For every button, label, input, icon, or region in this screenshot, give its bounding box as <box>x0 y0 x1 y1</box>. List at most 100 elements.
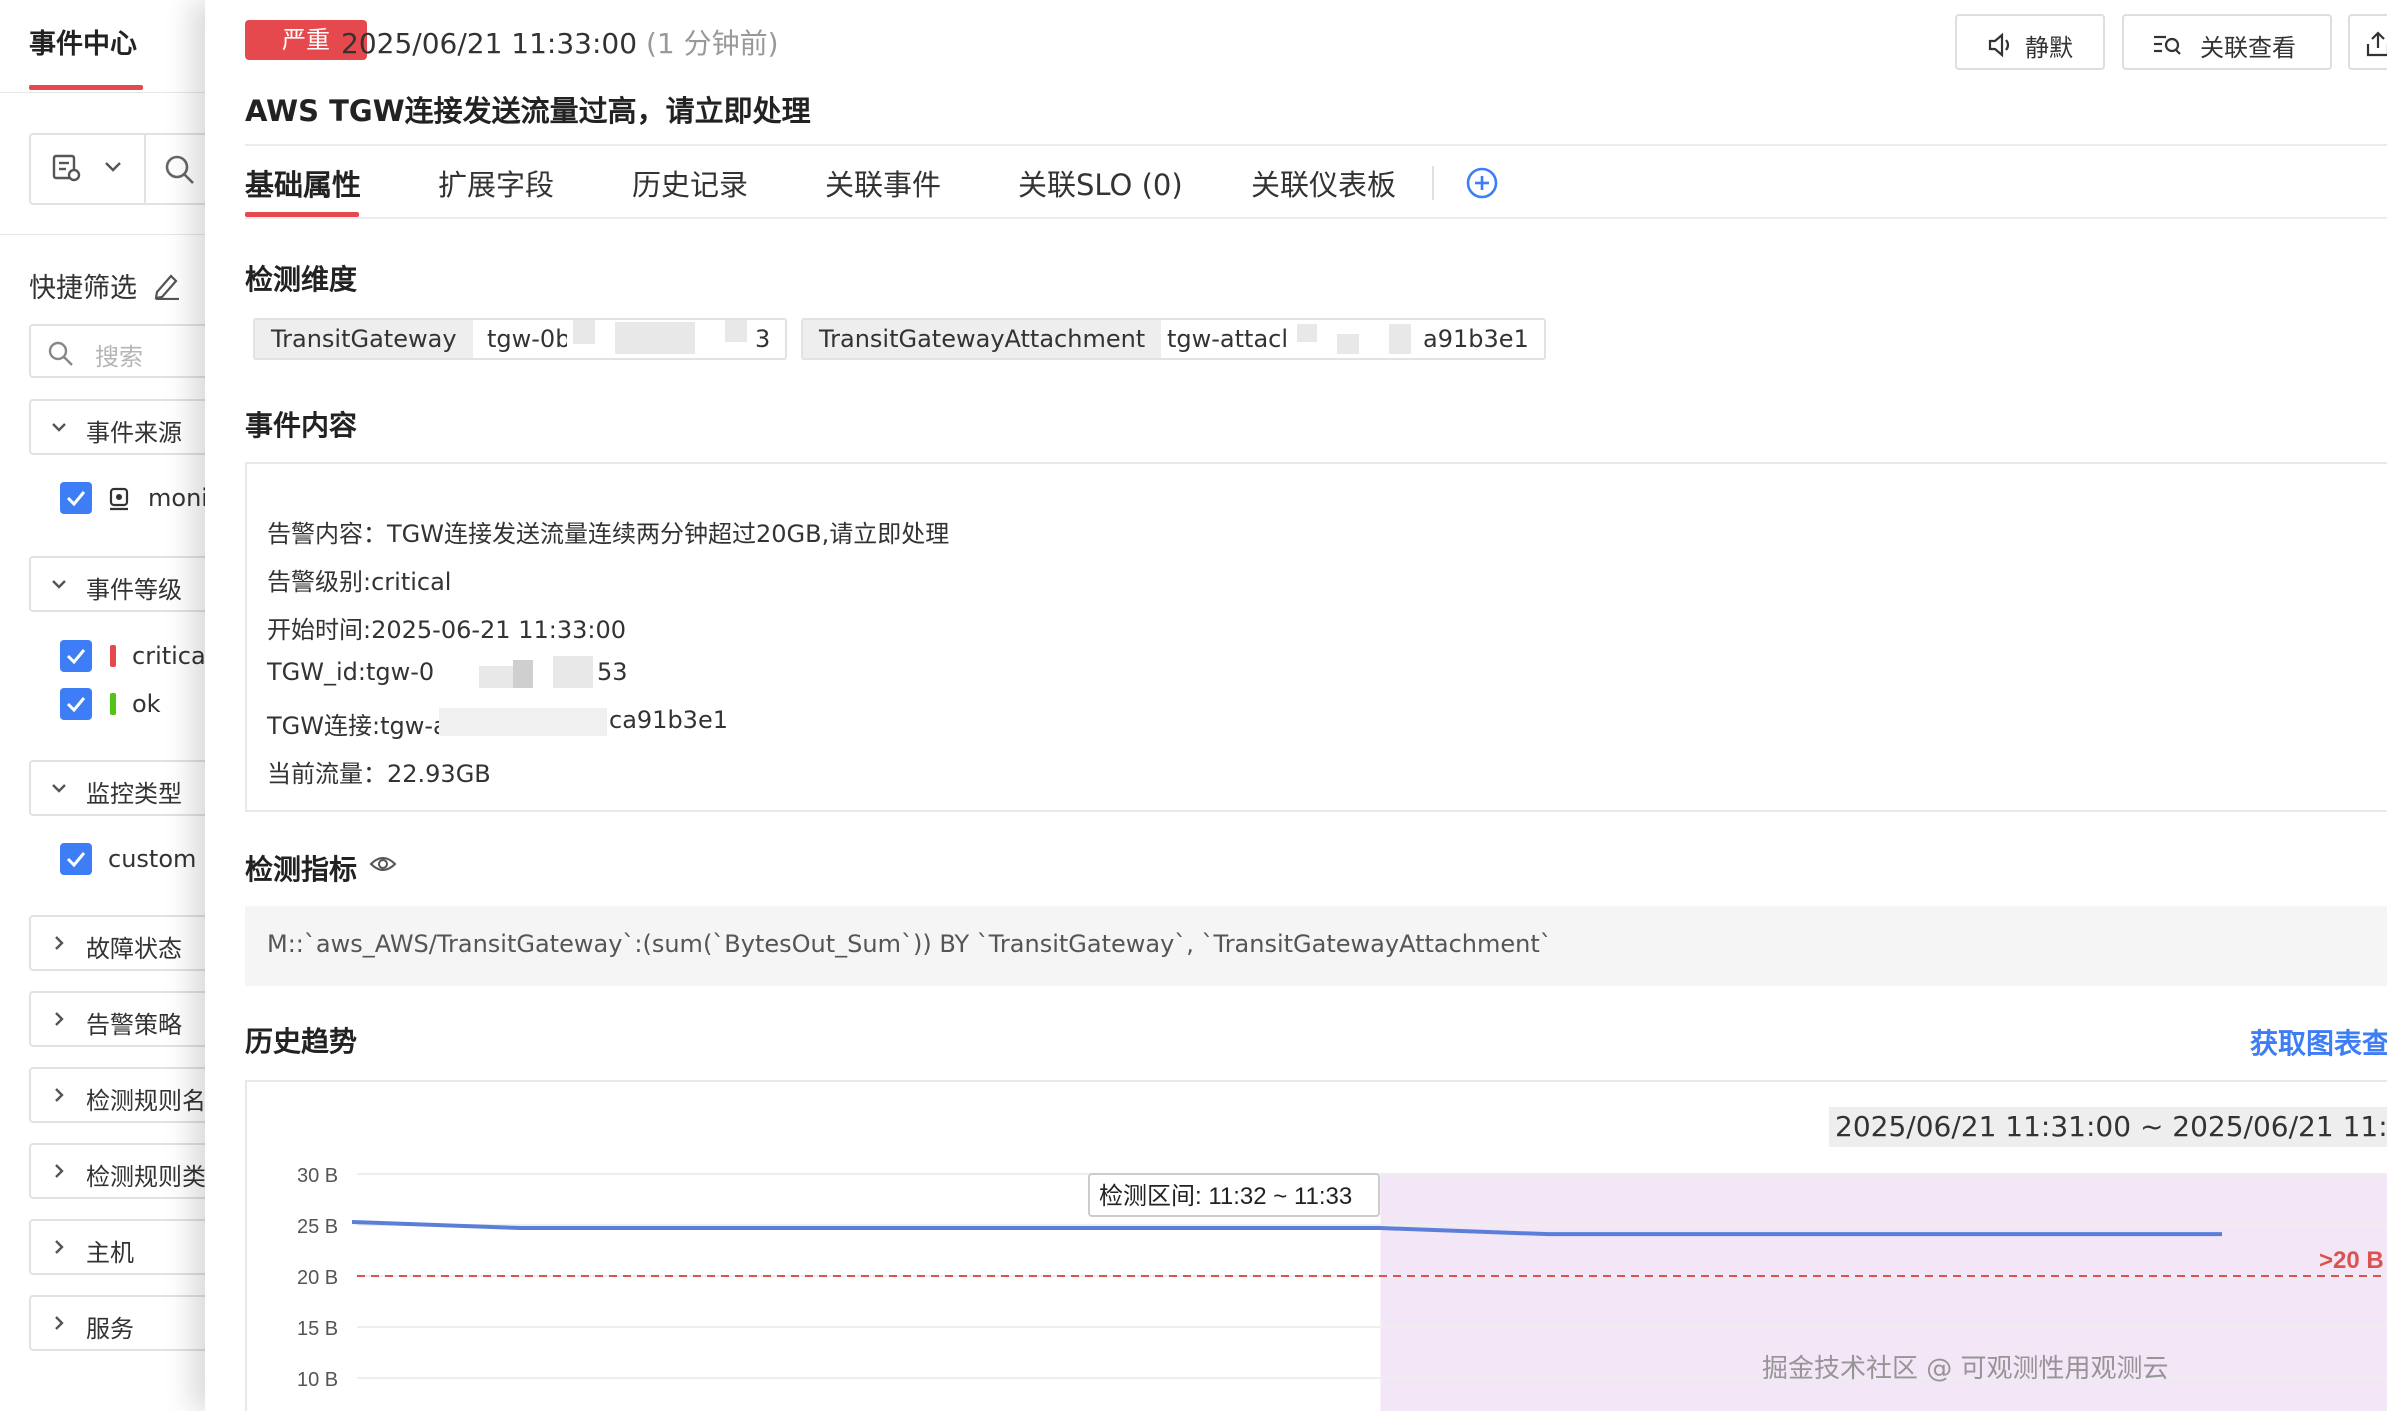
dimension-key: TransitGateway <box>255 320 473 358</box>
filter-group-label: 故障状态 <box>86 935 182 963</box>
event-detail-panel: 严重 2025/06/21 11:33:00 (1 分钟前) 静默 关联查看 A… <box>205 0 2387 1411</box>
dimension-value: tgw-0b <box>487 325 571 353</box>
redaction-mask <box>513 660 533 688</box>
quick-filter-title: 快捷筛选 <box>29 273 137 304</box>
dimension-tag[interactable]: TransitGateway tgw-0b 3 <box>253 318 787 360</box>
content-line: 告警级别:critical <box>267 568 452 596</box>
threshold-label: >20 B <box>2319 1247 2384 1274</box>
filter-group-service[interactable]: 服务 <box>29 1295 229 1351</box>
chevron-down-icon[interactable] <box>103 159 123 179</box>
detect-range-label: 检测区间: 11:32 ~ 11:33 <box>1099 1183 1352 1210</box>
mute-button[interactable]: 静默 <box>1955 14 2105 70</box>
eye-icon[interactable] <box>369 852 397 880</box>
filter-group-label: 服务 <box>86 1315 134 1343</box>
content-line: 告警内容：TGW连接发送流量连续两分钟超过20GB,请立即处理 <box>267 520 950 548</box>
redaction-mask <box>439 708 607 736</box>
filter-option-ok[interactable]: ok <box>60 688 220 722</box>
chevron-right-icon <box>49 933 69 957</box>
filter-option-label: custom <box>108 845 197 873</box>
search-placeholder: 搜索 <box>95 343 143 371</box>
redaction-mask <box>573 320 595 344</box>
tab-basic-attributes[interactable]: 基础属性 <box>245 162 361 204</box>
checkbox-checked[interactable] <box>60 482 92 514</box>
view-toolbar <box>29 133 229 205</box>
filter-group-monitor-type[interactable]: 监控类型 <box>29 760 229 816</box>
add-tab-icon[interactable] <box>1465 166 1499 204</box>
chevron-down-icon <box>49 574 69 598</box>
checkbox-checked[interactable] <box>60 688 92 720</box>
redaction-mask <box>1337 334 1359 354</box>
sidebar-title[interactable]: 事件中心 <box>29 22 137 61</box>
chevron-right-icon <box>49 1237 69 1261</box>
event-title: AWS TGW连接发送流量过高，请立即处理 <box>245 94 811 128</box>
filter-group-alert-policy[interactable]: 告警策略 <box>29 991 229 1047</box>
content-line: TGW_id:tgw-0b <box>267 658 450 686</box>
filter-group-host[interactable]: 主机 <box>29 1219 229 1275</box>
redaction-mask <box>615 322 695 354</box>
redaction-mask <box>553 656 593 688</box>
filter-group-label: 检测规则类 <box>86 1163 206 1191</box>
level-color-bar <box>110 693 116 715</box>
share-button[interactable] <box>2348 14 2387 70</box>
filter-group-label: 检测规则名 <box>86 1087 206 1115</box>
filter-search-input[interactable]: 搜索 <box>29 324 229 378</box>
tab-history[interactable]: 历史记录 <box>632 162 748 204</box>
speaker-mute-icon <box>1987 32 2015 62</box>
filter-group-rule-type[interactable]: 检测规则类 <box>29 1143 229 1199</box>
search-icon[interactable] <box>163 153 197 191</box>
content-line-suffix: ca91b3e1 <box>609 706 728 734</box>
filter-group-label: 主机 <box>86 1239 134 1267</box>
monitor-icon <box>108 487 130 515</box>
content-line: TGW连接:tgw-a <box>267 712 448 740</box>
filter-option-custom[interactable]: custom <box>60 843 220 877</box>
chevron-down-icon <box>49 417 69 441</box>
chevron-right-icon <box>49 1009 69 1033</box>
edit-icon[interactable] <box>153 270 181 304</box>
sidebar: 事件中心 快捷筛选 搜索 事件来源 moni 事件等级 critica ok 监… <box>0 0 229 1411</box>
tab-extended-fields[interactable]: 扩展字段 <box>438 162 554 204</box>
list-search-icon <box>2152 32 2182 62</box>
divider <box>245 217 2387 219</box>
dimension-value-suffix: 3 <box>755 325 771 353</box>
filter-group-rule-name[interactable]: 检测规则名 <box>29 1067 229 1123</box>
event-relative-time: (1 分钟前) <box>645 27 779 60</box>
dimension-tag[interactable]: TransitGatewayAttachment tgw-attacl a91b… <box>801 318 1546 360</box>
event-time: 2025/06/21 11:33:00 (1 分钟前) <box>341 22 779 62</box>
filter-option-moni[interactable]: moni <box>60 482 220 516</box>
checkbox-checked[interactable] <box>60 640 92 672</box>
metric-query-box: M::`aws_AWS/TransitGateway`:(sum(`BytesO… <box>245 906 2387 986</box>
event-content-box: 告警内容：TGW连接发送流量连续两分钟超过20GB,请立即处理 告警级别:cri… <box>245 462 2387 812</box>
fetch-chart-link[interactable]: 获取图表查 <box>2250 1022 2387 1062</box>
divider <box>0 234 215 235</box>
content-line: 当前流量：22.93GB <box>267 760 491 788</box>
filter-group-source[interactable]: 事件来源 <box>29 399 229 455</box>
filter-option-label: ok <box>132 690 161 718</box>
event-timestamp: 2025/06/21 11:33:00 <box>341 27 638 60</box>
share-icon <box>2364 30 2387 62</box>
dimension-key: TransitGatewayAttachment <box>803 320 1162 358</box>
tab-related-slo[interactable]: 关联SLO (0) <box>1018 162 1183 204</box>
tab-related-dashboards[interactable]: 关联仪表板 <box>1251 162 1396 204</box>
related-view-button[interactable]: 关联查看 <box>2122 14 2332 70</box>
chevron-down-icon <box>49 778 69 802</box>
event-content-title: 事件内容 <box>245 409 358 442</box>
filter-option-critical[interactable]: critica <box>60 640 220 674</box>
redaction-mask <box>1297 324 1317 342</box>
list-view-icon[interactable] <box>51 153 81 187</box>
divider <box>144 135 146 203</box>
checkbox-checked[interactable] <box>60 843 92 875</box>
chevron-right-icon <box>49 1085 69 1109</box>
filter-group-fault-status[interactable]: 故障状态 <box>29 915 229 971</box>
divider <box>1432 166 1434 200</box>
divider <box>0 92 215 93</box>
history-title: 历史趋势 <box>245 1025 358 1058</box>
filter-group-label: 事件来源 <box>86 419 182 447</box>
filter-group-level[interactable]: 事件等级 <box>29 556 229 612</box>
filter-option-label: critica <box>132 642 206 670</box>
tab-related-events[interactable]: 关联事件 <box>825 162 941 204</box>
y-tick-label: 25 B <box>297 1216 338 1238</box>
related-view-button-label: 关联查看 <box>2200 34 2296 62</box>
filter-group-label: 事件等级 <box>86 576 182 604</box>
search-icon <box>47 340 75 372</box>
y-tick-label: 15 B <box>297 1318 338 1340</box>
